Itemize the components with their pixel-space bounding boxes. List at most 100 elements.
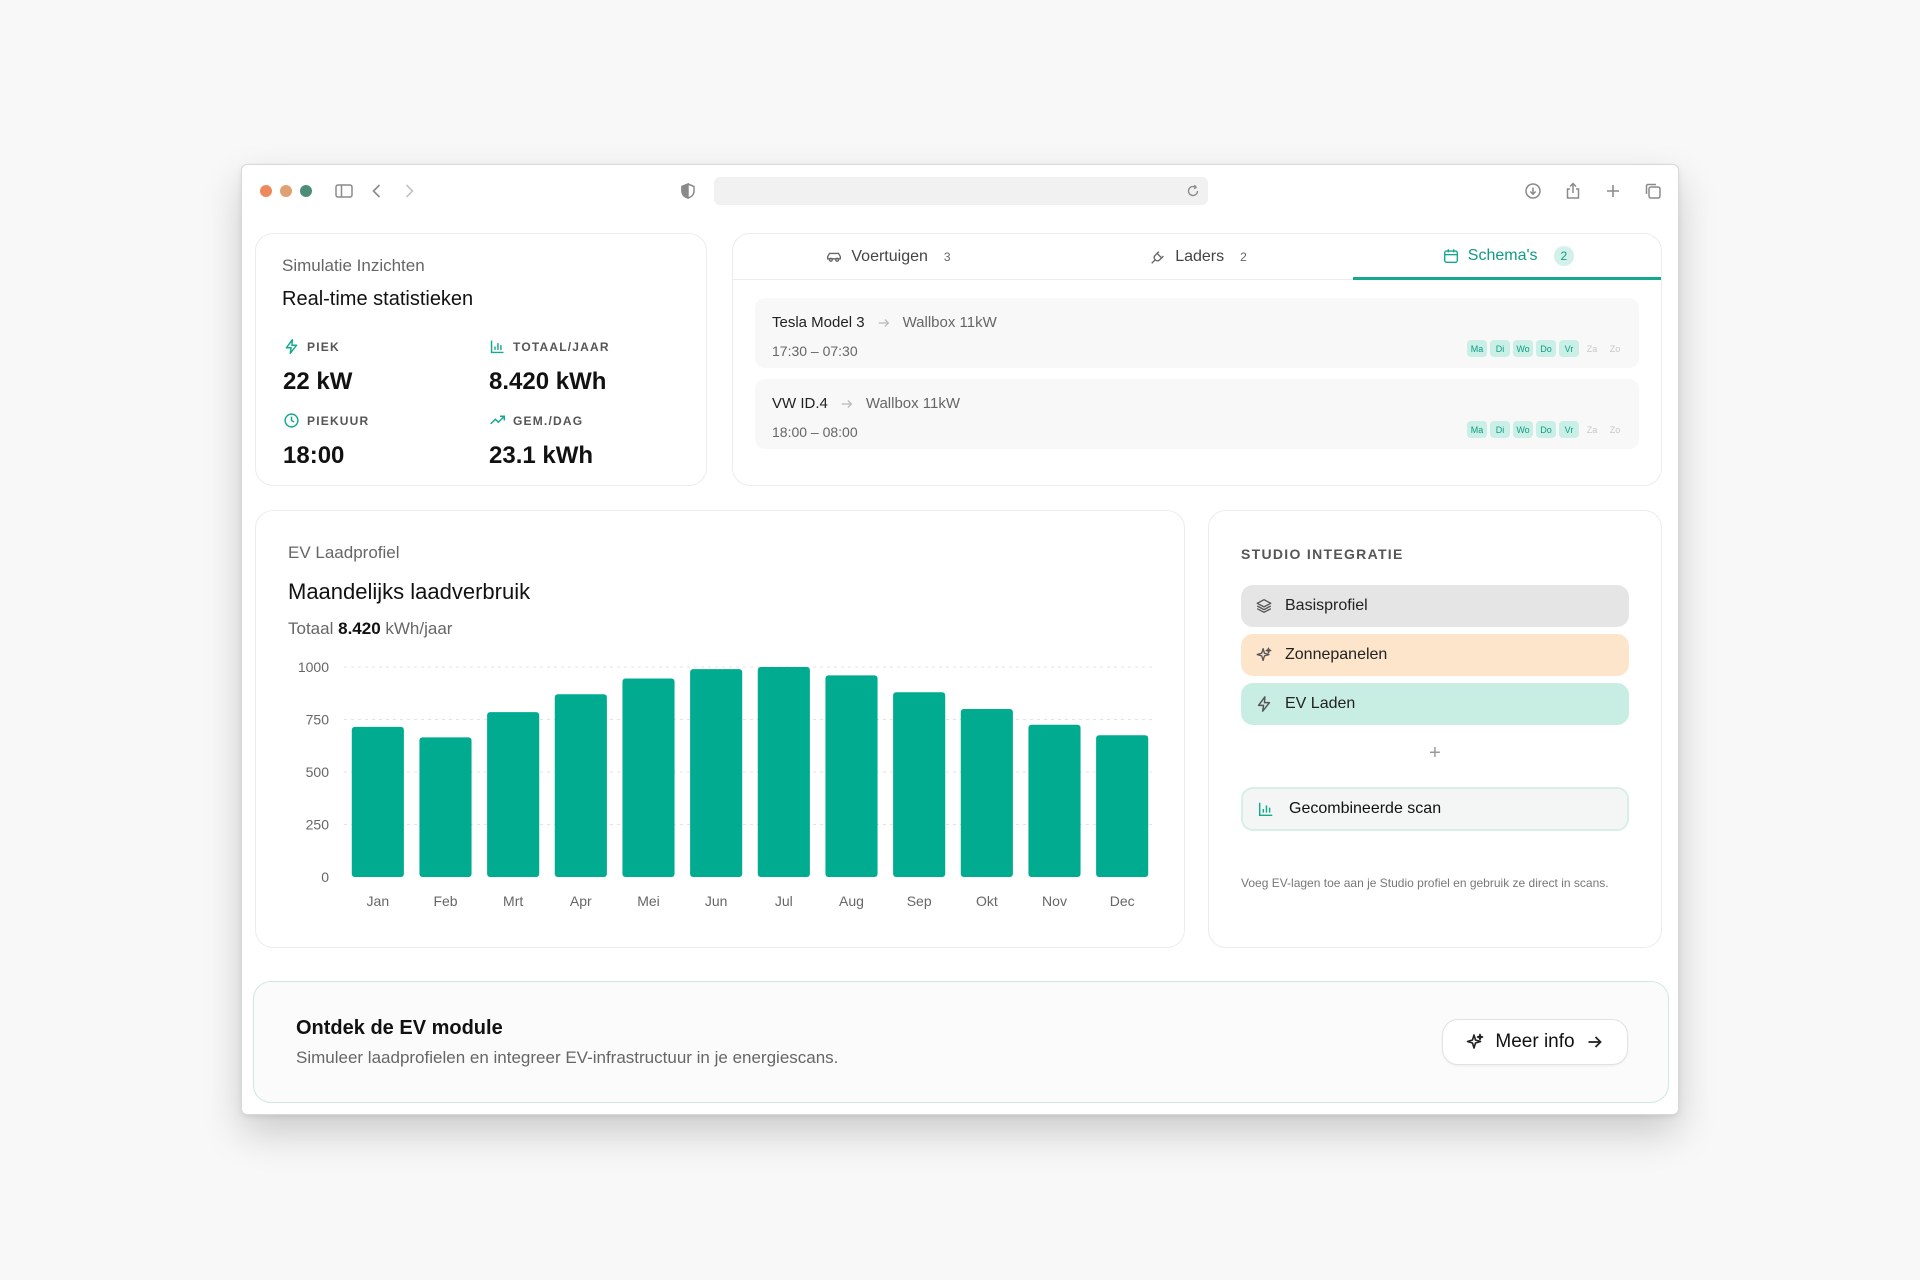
combined-scan-button[interactable]: Gecombineerde scan [1241, 787, 1629, 831]
scan-label: Gecombineerde scan [1289, 800, 1442, 817]
x-tick-label: Nov [1042, 893, 1067, 909]
day-chip: Ma [1467, 340, 1487, 357]
clock-icon [284, 413, 299, 428]
tab-count: 2 [1553, 245, 1575, 266]
maximize-window-button[interactable] [300, 185, 312, 197]
trend-up-icon [490, 415, 506, 425]
more-info-label: Meer info [1495, 1031, 1575, 1052]
x-tick-label: Mei [637, 893, 660, 909]
stat-value: 18:00 [283, 442, 345, 469]
forward-icon[interactable] [398, 180, 420, 202]
bar-apr[interactable] [554, 694, 607, 877]
bar-jan[interactable] [351, 726, 404, 877]
share-icon[interactable] [1562, 180, 1584, 202]
day-chip: Di [1490, 421, 1510, 438]
bar-mei[interactable] [622, 678, 675, 877]
arrow-right-icon [878, 318, 889, 327]
x-tick-label: Mrt [503, 893, 523, 909]
stat-value: 23.1 kWh [489, 442, 594, 469]
stat-label: PIEK [307, 339, 340, 354]
x-tick-label: Jan [367, 893, 390, 909]
back-icon[interactable] [366, 180, 388, 202]
layer-solar-panels[interactable]: Zonnepanelen [1241, 634, 1629, 676]
x-tick-label: Jul [775, 893, 793, 909]
bar-dec[interactable] [1096, 735, 1149, 877]
layer-label: Zonnepanelen [1285, 646, 1388, 663]
schedule-vehicle: Tesla Model 3 [772, 314, 865, 331]
schedule-item[interactable]: VW ID.4 Wallbox 11kW 18:00 – 08:00 Ma Di W… [755, 379, 1639, 449]
bar-sep[interactable] [893, 692, 946, 877]
y-tick-label: 250 [306, 817, 330, 833]
bar-okt[interactable] [960, 709, 1013, 877]
x-tick-label: Sep [907, 893, 932, 909]
minimize-window-button[interactable] [280, 185, 292, 197]
layers-icon [1256, 599, 1272, 613]
layer-label: Basisprofiel [1285, 597, 1368, 614]
y-tick-label: 500 [306, 764, 330, 780]
ev-profile-card: EV Laadprofiel Maandelijks laadverbruik … [255, 510, 1185, 948]
bar-feb[interactable] [419, 737, 472, 877]
x-tick-label: Apr [570, 893, 592, 909]
x-tick-label: Dec [1110, 893, 1135, 909]
bar-aug[interactable] [825, 675, 878, 877]
sparkle-icon [1467, 1033, 1484, 1049]
banner-text: Simuleer laadprofielen en integreer EV-i… [296, 1048, 839, 1067]
arrow-right-icon [1588, 1036, 1602, 1048]
browser-toolbar [242, 165, 1678, 215]
tab-label: Schema's [1467, 246, 1538, 264]
new-tab-icon[interactable] [1602, 180, 1624, 202]
day-chip: Vr [1559, 421, 1579, 438]
tab-count: 3 [943, 250, 951, 264]
bar-chart-icon [490, 340, 504, 354]
stat-value: 22 kW [283, 368, 353, 395]
layer-ev-charging[interactable]: EV Laden [1241, 683, 1629, 725]
bar-nov[interactable] [1028, 724, 1081, 877]
download-icon[interactable] [1522, 180, 1544, 202]
day-chip: Vr [1559, 340, 1579, 357]
schedule-item[interactable]: Tesla Model 3 Wallbox 11kW 17:30 – 07:30… [755, 298, 1639, 368]
close-window-button[interactable] [260, 185, 272, 197]
insights-title: Simulatie Inzichten [282, 256, 425, 275]
plug-icon [1151, 251, 1165, 264]
sidebar-toggle-icon[interactable] [333, 180, 355, 202]
day-chip: Di [1490, 340, 1510, 357]
stat-value: 8.420 kWh [489, 368, 607, 395]
y-tick-label: 1000 [298, 659, 329, 675]
address-bar[interactable] [714, 177, 1208, 205]
bar-jun[interactable] [690, 669, 743, 877]
more-info-button[interactable]: Meer info [1442, 1019, 1628, 1065]
bar-jul[interactable] [757, 667, 810, 877]
studio-title: STUDIO INTEGRATIE [1241, 546, 1404, 562]
layer-label: EV Laden [1285, 695, 1356, 712]
stat-peak-hour: PIEKUUR 18:00 [283, 412, 369, 470]
tab-vehicles[interactable]: Voertuigen 3 [733, 234, 1043, 280]
day-chip: Wo [1513, 421, 1533, 438]
tab-schedules[interactable]: Schema's 2 [1353, 234, 1661, 280]
bolt-icon [285, 338, 298, 355]
day-chip: Wo [1513, 340, 1533, 357]
schedule-charger: Wallbox 11kW [865, 395, 961, 412]
bar-mrt[interactable] [487, 712, 540, 877]
car-icon [827, 252, 842, 262]
schedules-card: Voertuigen 3 Laders 2 Schema's 2 Tesla M… [732, 233, 1662, 486]
studio-integration-card: STUDIO INTEGRATIE Basisprofiel Zonnepane… [1208, 510, 1662, 948]
day-chip: Zo [1609, 424, 1621, 435]
y-tick-label: 0 [321, 869, 329, 885]
shield-icon[interactable] [677, 180, 699, 202]
add-layer-icon[interactable]: + [1425, 743, 1445, 763]
tab-bar: Voertuigen 3 Laders 2 Schema's 2 [733, 234, 1661, 280]
tab-label: Voertuigen [851, 248, 928, 265]
ev-module-banner: Ontdek de EV module Simuleer laadprofiel… [253, 981, 1669, 1103]
x-tick-label: Aug [839, 893, 864, 909]
stat-label: TOTAAL/JAAR [513, 339, 610, 354]
tab-chargers[interactable]: Laders 2 [1043, 234, 1353, 280]
schedule-time: 17:30 – 07:30 [772, 343, 858, 359]
stat-label: PIEKUUR [307, 413, 370, 428]
reload-icon[interactable] [1184, 182, 1202, 200]
insights-card: Simulatie Inzichten Real-time statistiek… [255, 233, 707, 486]
day-chip: Za [1586, 343, 1598, 354]
bar-chart-icon [1258, 802, 1273, 817]
layer-base-profile[interactable]: Basisprofiel [1241, 585, 1629, 627]
tab-overview-icon[interactable] [1642, 180, 1664, 202]
stat-peak: PIEK 22 kW [283, 338, 352, 396]
